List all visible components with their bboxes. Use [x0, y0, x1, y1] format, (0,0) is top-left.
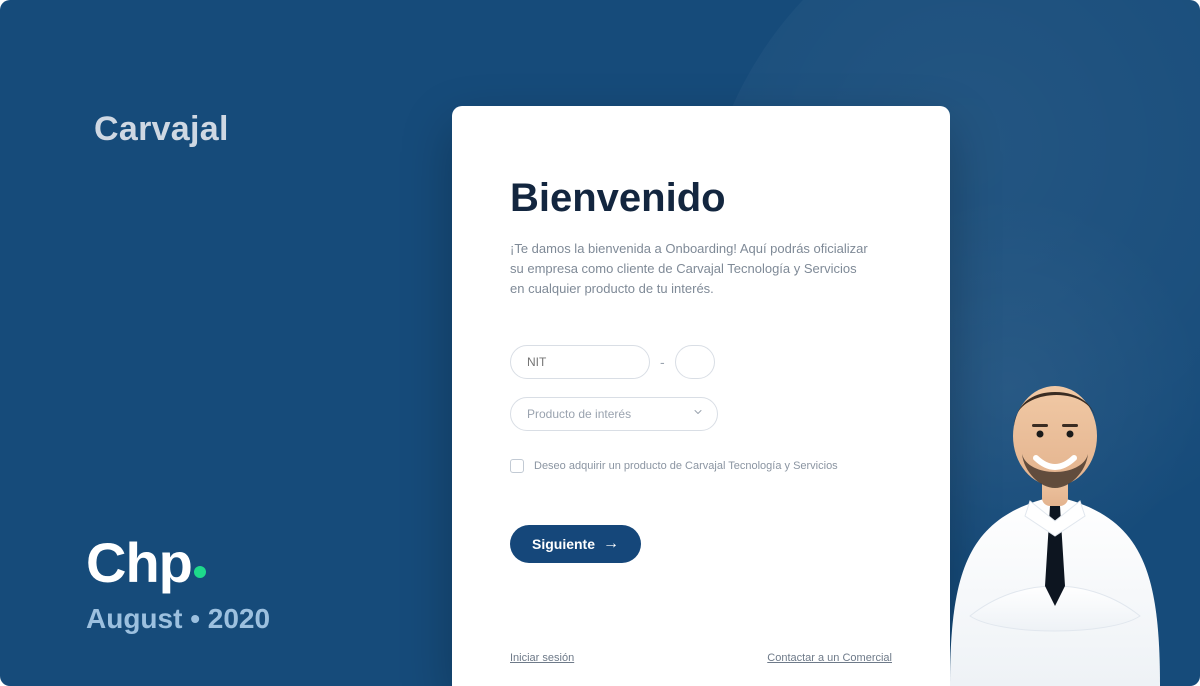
nit-suffix-input[interactable] [675, 345, 715, 379]
consent-row: Deseo adquirir un producto de Carvajal T… [510, 459, 892, 473]
chp-block: Chp August • 2020 [86, 530, 270, 635]
stage: Carvajal Chp August • 2020 Bienvenido ¡T… [0, 0, 1200, 686]
chp-date: August • 2020 [86, 603, 270, 635]
contact-sales-link[interactable]: Contactar a un Comercial [767, 652, 892, 664]
chp-logo-text: Chp [86, 531, 192, 594]
form-fields: - Producto de interés Deseo adquirir un … [510, 345, 892, 563]
card-footer-links: Iniciar sesión Contactar a un Comercial [510, 652, 892, 664]
product-select-label: Producto de interés [527, 407, 631, 421]
nit-separator: - [660, 354, 665, 370]
product-row: Producto de interés [510, 397, 892, 431]
nit-input[interactable] [510, 345, 650, 379]
product-select[interactable]: Producto de interés [510, 397, 718, 431]
card-title: Bienvenido [510, 176, 892, 221]
chp-dot-icon [194, 566, 206, 578]
arrow-right-icon: → [603, 536, 619, 552]
card-lead: ¡Te damos la bienvenida a Onboarding! Aq… [510, 239, 870, 299]
brand-title: Carvajal [94, 110, 229, 149]
next-button[interactable]: Siguiente → [510, 525, 641, 563]
next-button-label: Siguiente [532, 536, 595, 552]
login-link[interactable]: Iniciar sesión [510, 652, 574, 664]
product-select-button[interactable]: Producto de interés [510, 397, 718, 431]
chp-logo: Chp [86, 530, 270, 595]
consent-checkbox[interactable] [510, 459, 524, 473]
nit-row: - [510, 345, 892, 379]
onboarding-card: Bienvenido ¡Te damos la bienvenida a Onb… [452, 106, 950, 686]
consent-label: Deseo adquirir un producto de Carvajal T… [534, 460, 838, 472]
